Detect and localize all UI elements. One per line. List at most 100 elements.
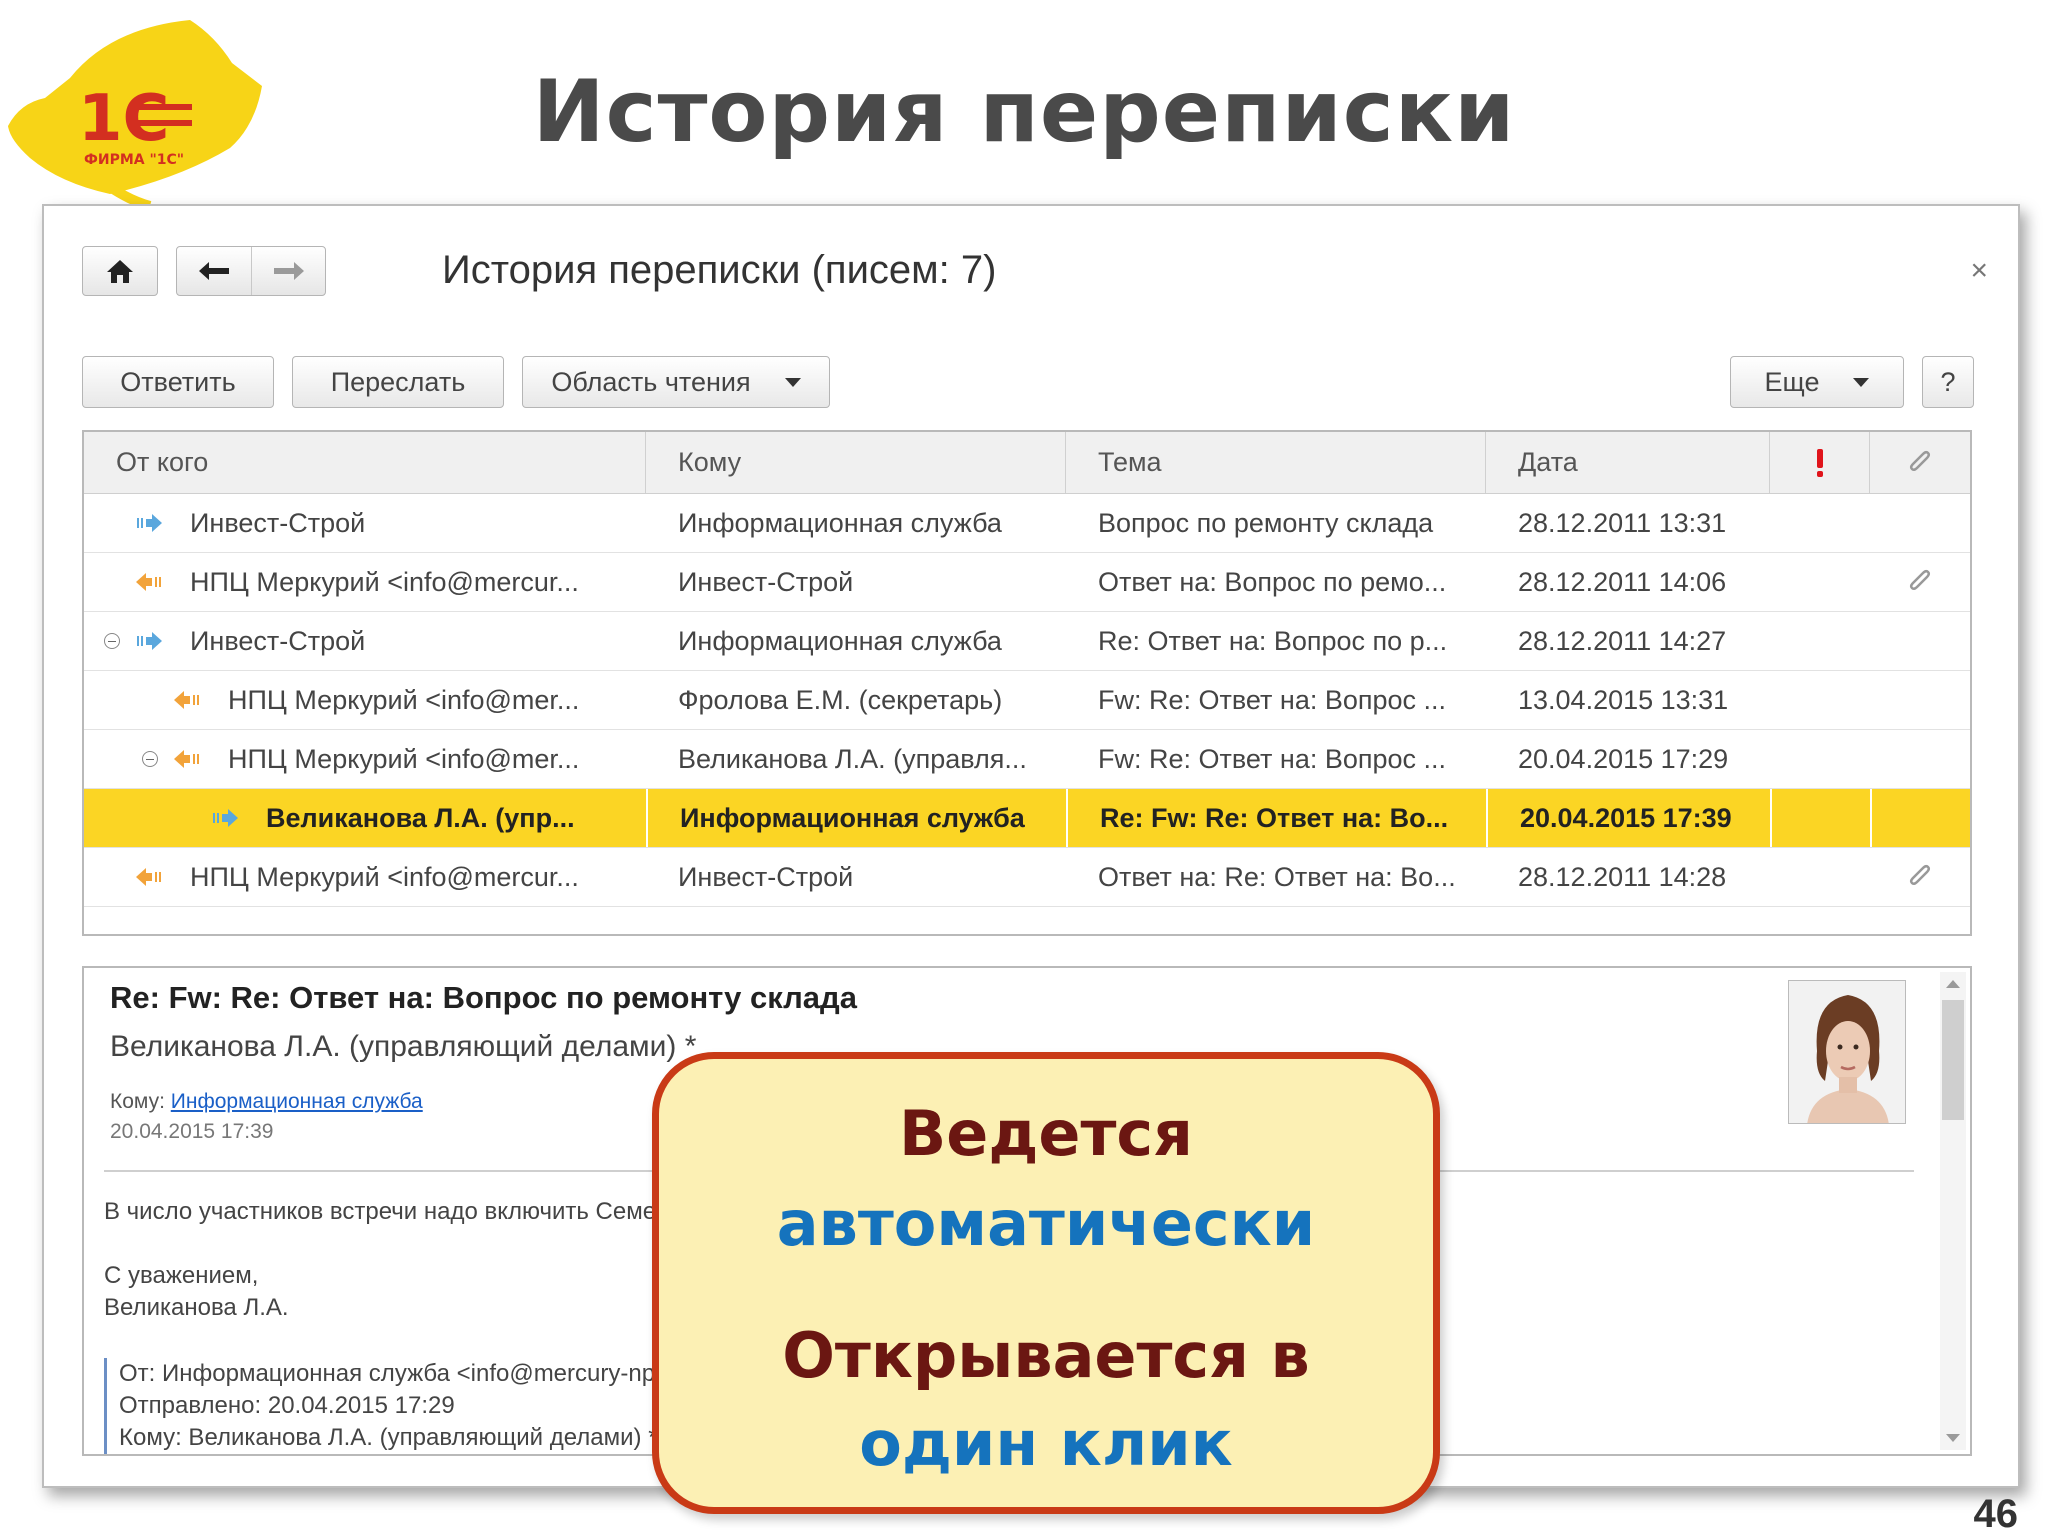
form-title: История переписки (писем: 7) xyxy=(442,248,997,292)
cell-attachment xyxy=(1870,730,1970,788)
cell-attachment xyxy=(1870,553,1970,611)
column-header-subject[interactable]: Тема xyxy=(1066,432,1486,493)
cell-from-text: Инвест-Строй xyxy=(190,625,366,656)
arrow-left-icon xyxy=(199,262,229,280)
cell-to: Информационная служба xyxy=(678,507,1002,538)
table-row[interactable]: Инвест-Строй Информационная служба Re: Отв… xyxy=(84,612,1970,671)
callout-box: Ведется автоматически Открывается в один… xyxy=(652,1052,1440,1514)
cell-subject: Ответ на: Re: Ответ на: Во... xyxy=(1098,861,1456,892)
page-number: 46 xyxy=(1973,1492,2019,1536)
column-header-to[interactable]: Кому xyxy=(646,432,1066,493)
collapse-toggle-icon[interactable] xyxy=(142,751,158,767)
cell-to: Информационная служба xyxy=(646,789,1066,847)
table-row[interactable]: Инвест-Строй Информационная служба Вопрос … xyxy=(84,494,1970,553)
slide-title: История переписки xyxy=(532,62,1516,162)
cell-importance xyxy=(1770,553,1870,611)
cell-from: Инвест-Строй xyxy=(84,612,646,670)
cell-from-text: НПЦ Меркурий <info@mercur... xyxy=(190,861,579,892)
reply-button[interactable]: Ответить xyxy=(82,356,274,408)
callout-line: один клик xyxy=(859,1407,1233,1480)
column-header-attachment[interactable] xyxy=(1870,432,1970,493)
preview-quote: От: Информационная служба <info@mercury-… xyxy=(104,1358,710,1454)
cell-importance xyxy=(1770,730,1870,788)
forward-button[interactable] xyxy=(251,247,325,295)
cell-date: 28.12.2011 14:28 xyxy=(1518,861,1727,892)
cell-attachment xyxy=(1870,671,1970,729)
outgoing-mail-icon xyxy=(137,632,162,650)
help-button[interactable]: ? xyxy=(1922,356,1974,408)
cell-to: Фролова Е.М. (секретарь) xyxy=(678,684,1003,715)
correspondence-table: От кого Кому Тема Дата Инвест-Строй Инфор… xyxy=(82,430,1972,936)
cell-date: 28.12.2011 14:27 xyxy=(1518,625,1727,656)
column-header-importance[interactable] xyxy=(1770,432,1870,493)
cell-date: 28.12.2011 14:06 xyxy=(1518,566,1727,597)
table-row[interactable]: Великанова Л.А. (упр... Информационная сл… xyxy=(84,789,1970,848)
preview-date: 20.04.2015 17:39 xyxy=(110,1120,274,1143)
cell-date: 28.12.2011 13:31 xyxy=(1518,507,1727,538)
cell-importance xyxy=(1770,612,1870,670)
cell-from: НПЦ Меркурий <info@mercur... xyxy=(84,553,646,611)
collapse-toggle-icon[interactable] xyxy=(104,633,120,649)
cell-importance xyxy=(1770,848,1870,906)
cell-from: НПЦ Меркурий <info@mercur... xyxy=(84,848,646,906)
cell-from-text: Инвест-Строй xyxy=(190,507,366,538)
callout-line: Открывается в xyxy=(782,1319,1310,1392)
forward-mail-button[interactable]: Переслать xyxy=(292,356,504,408)
exclamation-icon xyxy=(1816,448,1823,477)
quote-line: От: Информационная служба <info@mercury-… xyxy=(119,1360,711,1387)
paperclip-icon xyxy=(1909,450,1931,471)
cell-date: 20.04.2015 17:29 xyxy=(1518,743,1729,774)
scroll-down-icon[interactable] xyxy=(1946,1434,1960,1442)
cell-attachment xyxy=(1870,612,1970,670)
close-button[interactable]: × xyxy=(1970,254,1988,288)
table-row[interactable]: НПЦ Меркурий <info@mer... Великанова Л.А.… xyxy=(84,730,1970,789)
callout-line: Ведется xyxy=(899,1097,1193,1170)
outgoing-mail-icon xyxy=(137,514,162,532)
cell-importance xyxy=(1770,494,1870,552)
cell-to: Инвест-Строй xyxy=(678,861,854,892)
incoming-mail-icon xyxy=(174,691,199,709)
column-header-date[interactable]: Дата xyxy=(1486,432,1770,493)
cell-subject: Fw: Re: Ответ на: Вопрос ... xyxy=(1098,684,1447,715)
reading-pane-label: Область чтения xyxy=(551,366,751,397)
cell-subject: Fw: Re: Ответ на: Вопрос ... xyxy=(1098,743,1447,774)
callout-line: автоматически xyxy=(776,1187,1316,1260)
cell-from-text: Великанова Л.А. (упр... xyxy=(266,802,575,833)
cell-from-text: НПЦ Меркурий <info@mer... xyxy=(228,743,580,774)
incoming-mail-icon xyxy=(136,573,161,591)
table-header: От кого Кому Тема Дата xyxy=(84,432,1970,494)
preview-scrollbar[interactable] xyxy=(1940,972,1966,1450)
history-nav-group xyxy=(176,246,326,296)
incoming-mail-icon xyxy=(174,750,199,768)
home-button[interactable] xyxy=(82,246,158,296)
cell-to: Великанова Л.А. (управля... xyxy=(678,743,1027,774)
more-dropdown[interactable]: Еще xyxy=(1730,356,1904,408)
scroll-up-icon[interactable] xyxy=(1946,980,1960,988)
preview-from: Великанова Л.А. (управляющий делами) * xyxy=(110,1030,697,1063)
cell-to: Инвест-Строй xyxy=(678,566,854,597)
preview-to-label: Кому: xyxy=(110,1090,165,1113)
table-row[interactable]: НПЦ Меркурий <info@mercur... Инвест-Строй… xyxy=(84,848,1970,907)
cell-from: Инвест-Строй xyxy=(84,494,646,552)
cell-from: НПЦ Меркурий <info@mer... xyxy=(84,671,646,729)
sender-photo xyxy=(1788,980,1906,1124)
chevron-down-icon xyxy=(784,377,801,387)
back-button[interactable] xyxy=(177,247,251,295)
cell-to: Информационная служба xyxy=(678,625,1002,656)
column-header-from[interactable]: От кого xyxy=(84,432,646,493)
cell-importance xyxy=(1770,671,1870,729)
cell-from-text: НПЦ Меркурий <info@mer... xyxy=(228,684,580,715)
cell-attachment xyxy=(1870,494,1970,552)
scroll-thumb[interactable] xyxy=(1942,1000,1964,1120)
quote-line: Кому: Великанова Л.А. (управляющий делам… xyxy=(119,1424,658,1451)
cell-from: НПЦ Меркурий <info@mer... xyxy=(84,730,646,788)
table-row[interactable]: НПЦ Меркурий <info@mer... Фролова Е.М. (с… xyxy=(84,671,1970,730)
home-icon xyxy=(107,260,133,283)
preview-to-link[interactable]: Информационная служба xyxy=(171,1090,423,1113)
cell-from-text: НПЦ Меркурий <info@mercur... xyxy=(190,566,579,597)
cell-date: 13.04.2015 13:31 xyxy=(1518,684,1729,715)
outgoing-mail-icon xyxy=(213,809,238,827)
cell-importance xyxy=(1770,789,1870,847)
table-row[interactable]: НПЦ Меркурий <info@mercur... Инвест-Строй… xyxy=(84,553,1970,612)
reading-pane-dropdown[interactable]: Область чтения xyxy=(522,356,830,408)
